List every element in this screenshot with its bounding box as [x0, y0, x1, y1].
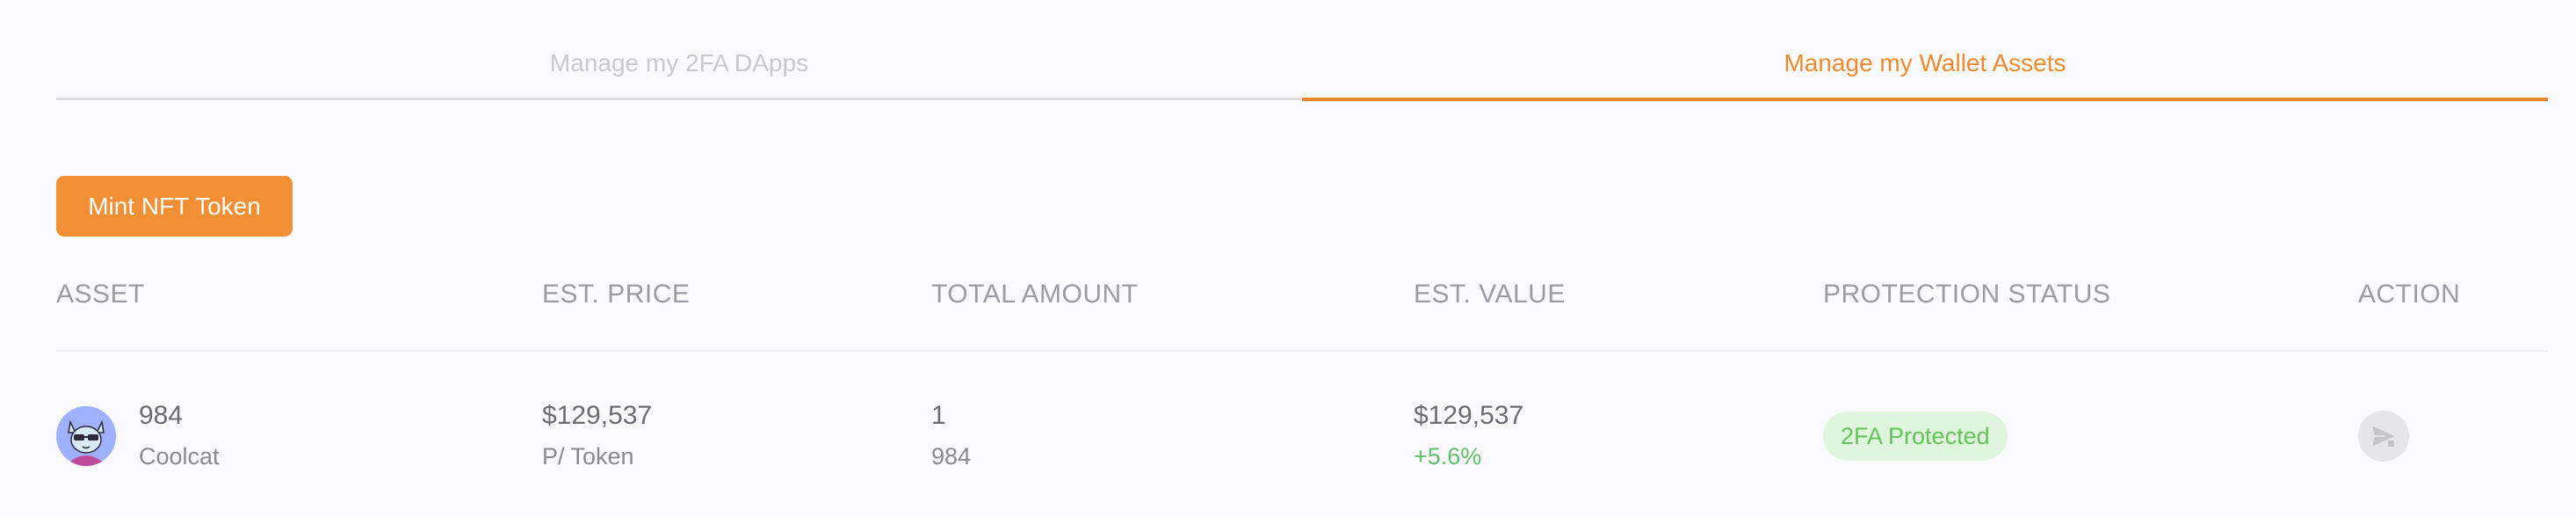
tab-label: Manage my 2FA DApps	[549, 49, 809, 76]
wallet-assets-page: Manage my 2FA DApps Manage my Wallet Ass…	[0, 0, 2576, 517]
coolcat-avatar	[56, 406, 116, 466]
est-price-value: $129,537	[542, 401, 653, 430]
header-protection-status: PROTECTION STATUS	[1823, 280, 2111, 309]
tab-label: Manage my Wallet Assets	[1784, 49, 2066, 76]
send-icon	[2372, 426, 2396, 448]
header-est-price: EST. PRICE	[542, 280, 691, 309]
header-total-amount: TOTAL AMOUNT	[931, 280, 1139, 309]
tab-manage-wallet-assets[interactable]: Manage my Wallet Assets	[1302, 35, 2548, 101]
tab-bar: Manage my 2FA DApps Manage my Wallet Ass…	[56, 35, 2548, 101]
mint-nft-token-button[interactable]: Mint NFT Token	[56, 176, 293, 237]
header-est-value: EST. VALUE	[1414, 280, 1566, 309]
tab-underline	[56, 98, 1302, 100]
header-asset: ASSET	[56, 280, 145, 309]
header-action: ACTION	[2358, 280, 2461, 309]
est-value-amount: $129,537	[1414, 401, 1524, 430]
send-button[interactable]	[2358, 411, 2409, 462]
status-badge: 2FA Protected	[1823, 411, 2008, 461]
total-amount-value: 1	[931, 401, 946, 430]
coolcat-avatar-image	[56, 406, 116, 466]
tab-manage-2fa-dapps[interactable]: Manage my 2FA DApps	[56, 35, 1302, 100]
header-divider	[56, 350, 2548, 352]
asset-name: Coolcat	[139, 443, 220, 470]
price-unit: P/ Token	[542, 443, 634, 470]
value-change: +5.6%	[1414, 443, 1482, 470]
asset-id: 984	[139, 401, 184, 430]
amount-subtext: 984	[931, 443, 972, 470]
tab-underline-active	[1302, 98, 2548, 101]
